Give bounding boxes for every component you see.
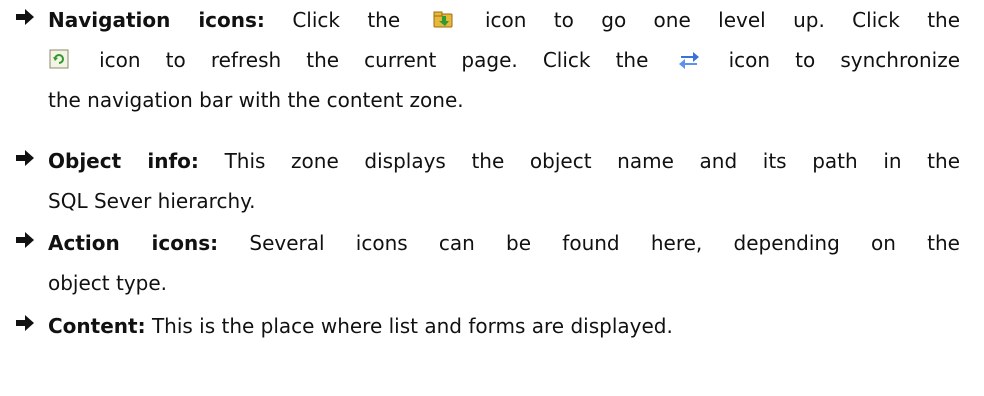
item-line: object type. [48, 263, 960, 303]
right-arrow-icon [16, 9, 34, 25]
item-term: Content: [48, 314, 146, 338]
item-text: This zone displays the object name and i… [224, 149, 961, 173]
item-text: SQL Sever hierarchy. [48, 189, 256, 213]
right-arrow-icon [16, 150, 34, 166]
item-text: icon to refresh the current page. Click … [99, 48, 649, 72]
item-line: the navigation bar with the content zone… [48, 80, 960, 120]
item-text: the navigation bar with the content zone… [48, 88, 464, 112]
synchronize-icon [678, 52, 699, 69]
item-text: icon to synchronize [728, 48, 961, 72]
item-term: Object info: [48, 149, 199, 173]
list-item-action-icons: Action icons: Several icons can be found… [0, 223, 960, 303]
folder-up-icon [433, 11, 453, 28]
item-line: Object info: This zone displays the obje… [48, 141, 960, 181]
list-item-object-info: Object info: This zone displays the obje… [0, 141, 960, 221]
list-item-content: Content: This is the place where list an… [0, 306, 960, 346]
item-text: Click the [292, 8, 401, 32]
list-item-navigation-icons: Navigation icons: Click the icon to go o… [0, 0, 960, 120]
item-term: Action icons: [48, 231, 219, 255]
item-term: Navigation icons: [48, 8, 265, 32]
right-arrow-icon [16, 315, 34, 331]
item-line: Content: This is the place where list an… [48, 306, 960, 346]
refresh-icon [49, 49, 69, 69]
item-line: SQL Sever hierarchy. [48, 181, 960, 221]
item-text: object type. [48, 271, 168, 295]
item-text: icon to go one level up. Click the [484, 8, 961, 32]
item-text: This is the place where list and forms a… [151, 314, 673, 338]
right-arrow-icon [16, 232, 34, 248]
item-line: Navigation icons: Click the icon to go o… [48, 0, 960, 40]
item-line: Action icons: Several icons can be found… [48, 223, 960, 263]
item-text: Several icons can be found here, dependi… [249, 231, 960, 255]
item-line: icon to refresh the current page. Click … [48, 40, 960, 80]
